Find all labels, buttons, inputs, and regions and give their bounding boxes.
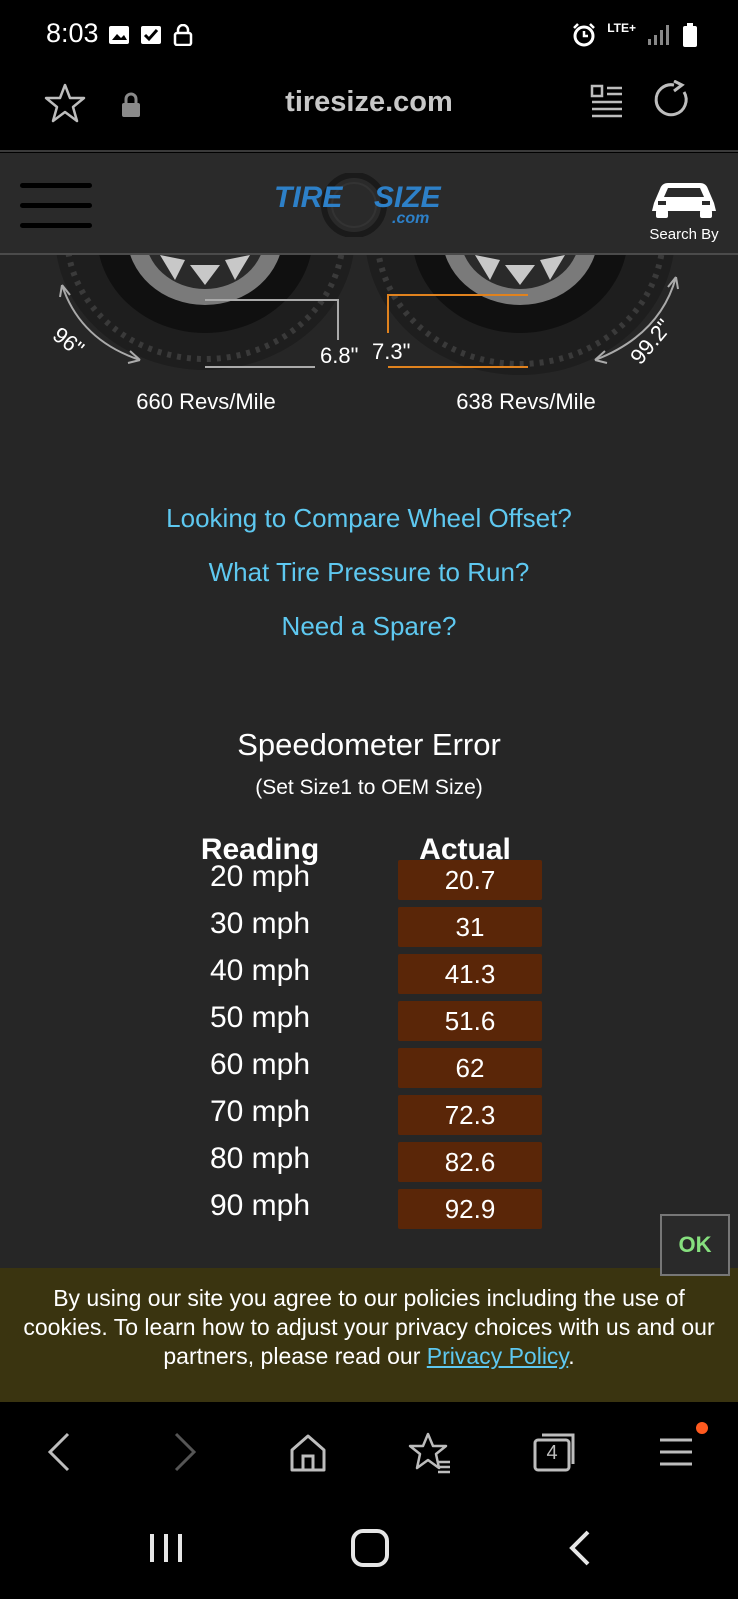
reading-cell: 20 mph xyxy=(209,860,311,893)
car-icon xyxy=(652,183,716,218)
speedometer-row: 40 mph 41.3 xyxy=(0,954,738,994)
site-header: TIRE SIZE .com Search By xyxy=(0,153,738,255)
system-back-icon[interactable] xyxy=(560,1528,600,1568)
link-tire-pressure[interactable]: What Tire Pressure to Run? xyxy=(0,557,738,589)
status-bar: 8:03 LTE+ xyxy=(0,0,738,72)
main-content: 96" 99.2" 6.8" 7.3" 660 Revs/Mile 638 Re… xyxy=(0,255,738,1268)
cookie-banner: By using our site you agree to our polic… xyxy=(0,1268,738,1402)
speedometer-row: 80 mph 82.6 xyxy=(0,1142,738,1182)
system-nav-bar xyxy=(0,1502,738,1599)
actual-cell: 41.3 xyxy=(398,954,542,994)
url-text[interactable]: tiresize.com xyxy=(0,86,738,119)
actual-cell: 20.7 xyxy=(398,860,542,900)
gallery-notification-icon xyxy=(109,26,129,44)
status-time: 8:03 xyxy=(46,18,99,48)
actual-cell: 51.6 xyxy=(398,1001,542,1041)
actual-cell: 31 xyxy=(398,907,542,947)
tabs-icon[interactable]: 4 xyxy=(532,1430,576,1474)
actual-cell: 62 xyxy=(398,1048,542,1088)
reading-cell: 90 mph xyxy=(209,1189,311,1222)
battery-icon xyxy=(683,23,697,47)
network-type-label: LTE+ xyxy=(607,21,636,35)
search-by-label: Search By xyxy=(649,226,719,243)
lock-notification-icon xyxy=(173,24,193,46)
left-sidewall-label: 6.8" xyxy=(320,343,359,368)
tire-comparison-diagram xyxy=(56,255,679,375)
logo-tire-text: TIRE xyxy=(274,181,343,214)
cookie-ok-button[interactable]: OK xyxy=(660,1214,730,1276)
tiresize-logo[interactable]: TIRE SIZE .com xyxy=(270,173,470,237)
alarm-icon xyxy=(573,23,596,47)
browser-address-bar: tiresize.com xyxy=(0,72,738,152)
reading-cell: 50 mph xyxy=(209,1001,311,1034)
speedometer-row: 90 mph 92.9 xyxy=(0,1189,738,1229)
left-revs-label: 660 Revs/Mile xyxy=(136,389,276,414)
recent-apps-icon[interactable] xyxy=(146,1528,186,1568)
checkbox-notification-icon xyxy=(141,26,161,44)
left-tire-graphic xyxy=(56,255,354,370)
status-right-icons: LTE+ xyxy=(571,22,698,48)
privacy-policy-link[interactable]: Privacy Policy xyxy=(427,1343,568,1369)
forward-arrow-icon[interactable] xyxy=(170,1430,200,1474)
refresh-icon[interactable] xyxy=(652,80,692,120)
speedometer-row: 30 mph 31 xyxy=(0,907,738,947)
reading-cell: 60 mph xyxy=(209,1048,311,1081)
notification-dot xyxy=(696,1422,708,1434)
speedometer-row: 50 mph 51.6 xyxy=(0,1001,738,1041)
reader-mode-icon[interactable] xyxy=(590,84,624,120)
speedometer-row: 20 mph 20.7 xyxy=(0,860,738,900)
actual-cell: 82.6 xyxy=(398,1142,542,1182)
browser-bottom-nav: 4 xyxy=(0,1402,738,1502)
right-sidewall-label: 7.3" xyxy=(372,339,411,364)
related-links: Looking to Compare Wheel Offset? What Ti… xyxy=(0,503,738,665)
right-tire-graphic xyxy=(366,255,674,375)
reading-cell: 30 mph xyxy=(209,907,311,940)
right-revs-label: 638 Revs/Mile xyxy=(456,389,596,414)
speedometer-row: 60 mph 62 xyxy=(0,1048,738,1088)
bookmarks-icon[interactable] xyxy=(408,1430,452,1474)
home-button-icon[interactable] xyxy=(350,1528,390,1568)
cookie-text: By using our site you agree to our polic… xyxy=(23,1285,715,1369)
tabs-count: 4 xyxy=(546,1442,558,1464)
status-left-icons xyxy=(108,24,194,46)
speedometer-subtitle: (Set Size1 to OEM Size) xyxy=(255,776,483,799)
menu-hamburger-icon[interactable] xyxy=(20,183,92,229)
search-by-button[interactable]: Search By xyxy=(644,177,724,243)
link-spare[interactable]: Need a Spare? xyxy=(0,611,738,643)
menu-icon[interactable] xyxy=(658,1430,694,1474)
link-wheel-offset[interactable]: Looking to Compare Wheel Offset? xyxy=(0,503,738,535)
logo-dotcom-text: .com xyxy=(392,210,429,227)
actual-cell: 72.3 xyxy=(398,1095,542,1135)
reading-cell: 70 mph xyxy=(209,1095,311,1128)
signal-icon xyxy=(648,25,669,45)
speedometer-row: 70 mph 72.3 xyxy=(0,1095,738,1135)
speedometer-title: Speedometer Error xyxy=(237,727,501,762)
home-icon[interactable] xyxy=(288,1430,328,1474)
back-arrow-icon[interactable] xyxy=(44,1430,74,1474)
reading-cell: 40 mph xyxy=(209,954,311,987)
actual-cell: 92.9 xyxy=(398,1189,542,1229)
reading-cell: 80 mph xyxy=(209,1142,311,1175)
cookie-text-end: . xyxy=(568,1343,575,1369)
